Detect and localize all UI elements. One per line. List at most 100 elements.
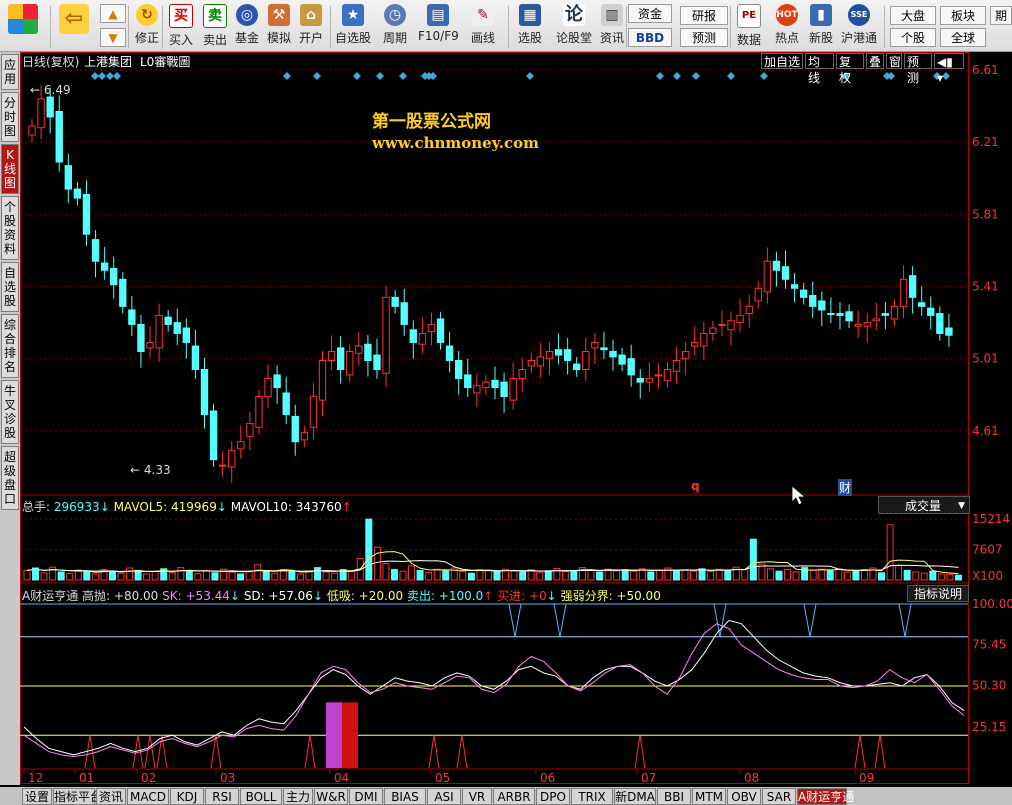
- candle-body[interactable]: [863, 322, 871, 327]
- candle-body[interactable]: [509, 378, 517, 401]
- candle-body[interactable]: [518, 369, 526, 380]
- candle-body[interactable]: [455, 359, 463, 380]
- candle-body[interactable]: [945, 327, 953, 336]
- volume-bar[interactable]: [707, 571, 715, 581]
- speaker-menu-icon[interactable]: ◀▮ ▾: [934, 53, 964, 85]
- candle-body[interactable]: [82, 193, 91, 235]
- candle-body[interactable]: [137, 323, 145, 352]
- chart-header-button-0[interactable]: 加自选: [761, 53, 803, 69]
- candle-body[interactable]: [173, 322, 181, 334]
- volume-bar[interactable]: [322, 571, 330, 581]
- volume-bar[interactable]: [177, 567, 185, 581]
- volume-bar[interactable]: [66, 573, 74, 581]
- candle-body[interactable]: [691, 341, 699, 347]
- volume-bar[interactable]: [425, 571, 433, 581]
- bottom-tab-0[interactable]: 设置: [22, 788, 52, 805]
- candle-body[interactable]: [73, 188, 82, 199]
- candle-body[interactable]: [282, 392, 290, 416]
- candle-body[interactable]: [772, 260, 781, 271]
- volume-bar[interactable]: [126, 567, 134, 581]
- candle-body[interactable]: [727, 320, 735, 331]
- candle-body[interactable]: [700, 332, 708, 347]
- indicator-help-button[interactable]: 指标说明: [907, 585, 969, 602]
- volume-bar[interactable]: [912, 571, 920, 581]
- left-tab-6[interactable]: 牛叉诊股: [1, 380, 19, 444]
- toolbar-button-buy[interactable]: 买买入: [166, 4, 196, 50]
- bottom-tab-4[interactable]: KDJ: [170, 788, 204, 805]
- candle-body[interactable]: [609, 350, 617, 358]
- bottom-tab-7[interactable]: 主力: [283, 788, 313, 805]
- candle-body[interactable]: [573, 363, 581, 371]
- toolbar-button-f10[interactable]: ▤ F10/F9: [418, 4, 459, 50]
- candle-body[interactable]: [527, 359, 535, 367]
- candle-body[interactable]: [500, 381, 508, 398]
- toolbar-button-sse-hkex[interactable]: SSE 沪港通: [840, 4, 878, 50]
- volume-bar[interactable]: [83, 571, 91, 581]
- volume-bar[interactable]: [672, 570, 680, 581]
- event-diamond-icon[interactable]: [376, 72, 384, 80]
- candle-body[interactable]: [300, 432, 309, 441]
- candle-body[interactable]: [182, 327, 191, 343]
- sell-signal-mark[interactable]: [713, 603, 727, 637]
- volume-bar[interactable]: [143, 573, 151, 581]
- candle-body[interactable]: [37, 98, 45, 129]
- toolbar-button-news[interactable]: ▥ 资讯: [598, 4, 626, 50]
- volume-bar[interactable]: [544, 570, 552, 581]
- bottom-tab-1[interactable]: 指标平台: [53, 788, 102, 805]
- sell-signal-mark[interactable]: [898, 603, 912, 637]
- toolbar-button-refresh[interactable]: ↻ 修正: [132, 4, 162, 50]
- candle-body[interactable]: [445, 345, 454, 361]
- volume-bar[interactable]: [433, 568, 441, 581]
- candle-body[interactable]: [55, 110, 63, 163]
- event-diamond-icon[interactable]: [942, 72, 950, 80]
- volume-bar[interactable]: [408, 565, 416, 581]
- candle-body[interactable]: [545, 350, 554, 360]
- volume-bar[interactable]: [681, 569, 689, 581]
- chart-header-button-1[interactable]: 均线: [805, 53, 834, 85]
- volume-bar[interactable]: [314, 567, 322, 581]
- volume-bar[interactable]: [510, 570, 518, 581]
- volume-bar[interactable]: [476, 569, 484, 581]
- candle-body[interactable]: [409, 329, 417, 343]
- bottom-tab-8[interactable]: W&R: [314, 788, 348, 805]
- volume-bar[interactable]: [40, 572, 48, 581]
- volume-bar[interactable]: [895, 565, 903, 581]
- bottom-tab-13[interactable]: ARBR: [493, 788, 535, 805]
- volume-bar[interactable]: [288, 571, 296, 581]
- chart-header-button-3[interactable]: 叠: [866, 53, 884, 69]
- candle-body[interactable]: [228, 450, 236, 468]
- candle-body[interactable]: [346, 350, 354, 376]
- candle-body[interactable]: [200, 369, 209, 416]
- yanbao-button[interactable]: 研报: [680, 6, 728, 25]
- volume-bar[interactable]: [493, 571, 501, 581]
- volume-bar[interactable]: [442, 570, 450, 581]
- candle-body[interactable]: [654, 374, 663, 377]
- candle-body[interactable]: [309, 396, 318, 428]
- bankuai-button[interactable]: 板块: [940, 6, 986, 25]
- volume-bar[interactable]: [185, 570, 193, 581]
- candle-body[interactable]: [718, 323, 726, 326]
- chart-canvas[interactable]: 6.61 6.21 5.81 5.41 5.01 4.61 15214 7607 100.00 7…: [20, 52, 1012, 785]
- candle-body[interactable]: [636, 378, 644, 383]
- candle-body[interactable]: [364, 343, 372, 361]
- candle-body[interactable]: [818, 300, 826, 311]
- bottom-tab-19[interactable]: OBV: [727, 788, 761, 805]
- chart-header-button-5[interactable]: 预测: [904, 53, 932, 85]
- toolbar-button-logo[interactable]: [2, 4, 44, 50]
- volume-bar[interactable]: [903, 569, 911, 581]
- volume-bar[interactable]: [596, 571, 604, 581]
- kline-chart-area[interactable]: 6.61 6.21 5.81 5.41 5.01 4.61 15214 7607 100.00 7…: [20, 52, 1012, 785]
- candle-body[interactable]: [246, 423, 254, 437]
- event-diamond-icon[interactable]: [692, 72, 700, 80]
- event-marker-cai[interactable]: 财: [838, 479, 853, 496]
- arrow-down-icon[interactable]: ▼: [100, 28, 126, 47]
- chart-header-button-4[interactable]: 窗: [886, 53, 902, 69]
- volume-bar[interactable]: [23, 569, 31, 581]
- buy-signal-mark[interactable]: [304, 735, 316, 769]
- yuce-button[interactable]: 预测: [680, 28, 728, 47]
- candle-body[interactable]: [799, 289, 808, 298]
- candle-body[interactable]: [128, 309, 136, 325]
- left-tab-1[interactable]: 分时图: [1, 92, 19, 142]
- dapan-button[interactable]: 大盘: [890, 6, 936, 25]
- candle-body[interactable]: [827, 313, 835, 316]
